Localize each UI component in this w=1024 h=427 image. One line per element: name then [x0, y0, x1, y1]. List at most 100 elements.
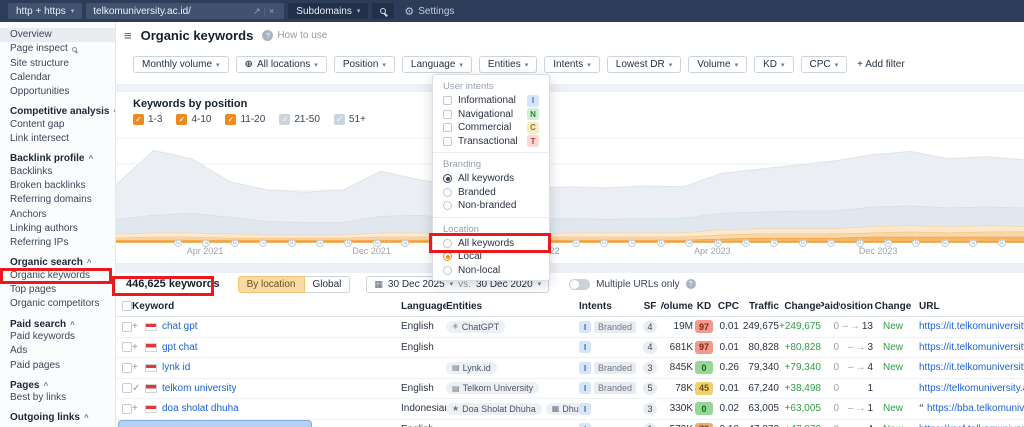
- radio[interactable]: [443, 265, 452, 275]
- sidebar-item-paid-keywords[interactable]: Paid keywords: [0, 330, 115, 344]
- protocol-selector[interactable]: http + https ▾: [8, 3, 83, 19]
- sidebar-item-page-inspect[interactable]: Page inspect: [0, 42, 115, 56]
- dropdown-option-commercial[interactable]: Commercial C: [433, 121, 549, 135]
- sidebar-item-opportunities[interactable]: Opportunities: [0, 85, 115, 99]
- filter-button-monthly-volume[interactable]: Monthly volume ▾: [133, 56, 229, 73]
- sidebar-section-pages[interactable]: Pages ^: [0, 373, 115, 391]
- dropdown-option-non-local[interactable]: Non-local: [433, 264, 549, 278]
- entity-pill[interactable]: ★ Doa Sholat Dhuha: [446, 402, 542, 415]
- entity-pill[interactable]: ▤ Telkom University: [446, 382, 540, 395]
- google-update-icon[interactable]: G: [713, 239, 722, 247]
- row-checkbox[interactable]: [122, 362, 132, 373]
- checkbox[interactable]: [443, 136, 452, 146]
- sidebar-item-top-pages[interactable]: Top pages: [0, 283, 115, 297]
- filter-button-intents[interactable]: Intents ▾: [544, 56, 600, 73]
- sidebar-item-anchors[interactable]: Anchors: [0, 208, 115, 222]
- google-update-icon[interactable]: G: [855, 239, 864, 247]
- column-header-change[interactable]: Change: [779, 301, 821, 312]
- column-header-cpc[interactable]: CPC: [715, 301, 739, 312]
- legend-item-1-3[interactable]: ✓ 1-3: [133, 114, 162, 125]
- radio[interactable]: [443, 201, 452, 211]
- filter-button-cpc[interactable]: CPC ▾: [800, 56, 848, 73]
- entity-pill[interactable]: ✳ ChatGPT: [446, 320, 506, 333]
- column-header-kd[interactable]: KD: [693, 301, 715, 312]
- legend-checkbox[interactable]: ✓: [225, 114, 237, 125]
- keyword-link[interactable]: gpt chat: [162, 342, 198, 353]
- add-to-list-icon[interactable]: +: [132, 342, 145, 353]
- filter-button-kd[interactable]: KD ▾: [754, 56, 794, 73]
- keyword-link[interactable]: telkom university: [162, 383, 236, 394]
- dropdown-option-navigational[interactable]: Navigational N: [433, 108, 549, 122]
- by-location-button[interactable]: By location: [237, 275, 305, 293]
- sidebar-section-backlink-profile[interactable]: Backlink profile ^: [0, 146, 115, 164]
- select-all-checkbox[interactable]: [122, 301, 132, 311]
- table-row[interactable]: ✓ telkom university English ▤ Telkom Univers…: [116, 379, 1024, 399]
- add-filter-button[interactable]: + Add filter: [857, 59, 905, 70]
- radio[interactable]: [443, 238, 452, 248]
- google-update-icon[interactable]: G: [884, 239, 892, 247]
- url-link[interactable]: https://it.telkomuniversity.ac.id: [919, 342, 1024, 353]
- row-checkbox[interactable]: [122, 342, 132, 353]
- legend-checkbox[interactable]: ✓: [279, 114, 291, 125]
- radio[interactable]: [443, 174, 452, 184]
- subdomains-selector[interactable]: Subdomains ▾: [288, 3, 369, 19]
- column-header-language[interactable]: Language: [401, 301, 446, 312]
- column-header-paid[interactable]: Paid: [821, 301, 839, 312]
- add-to-list-icon[interactable]: +: [132, 362, 145, 373]
- google-update-icon[interactable]: G: [571, 239, 580, 247]
- google-update-icon[interactable]: G: [316, 239, 324, 247]
- url-link[interactable]: https://it.telkomuniversity.ac.id: [919, 321, 1024, 332]
- table-row[interactable]: + lynk id ▤ Lynk.id I Branded 3 845K 0 0.26 79,340…: [116, 358, 1024, 379]
- filter-button-lowest-dr[interactable]: Lowest DR ▾: [606, 56, 682, 73]
- sidebar-section-outgoing-links[interactable]: Outgoing links ^: [0, 405, 115, 423]
- google-update-icon[interactable]: G: [997, 239, 1006, 247]
- sidebar-item-ads[interactable]: Ads: [0, 344, 115, 358]
- keywords-position-chart[interactable]: [116, 130, 1024, 248]
- multiple-urls-toggle[interactable]: [569, 278, 591, 290]
- sidebar-item-calendar[interactable]: Calendar: [0, 71, 115, 85]
- entity-pill[interactable]: ▤ Lynk.id: [446, 361, 497, 374]
- google-update-icon[interactable]: G: [287, 239, 296, 247]
- column-header-traffic[interactable]: Traffic: [739, 301, 779, 312]
- filter-button-language[interactable]: Language ▾: [401, 56, 472, 73]
- sidebar-item-organic-keywords[interactable]: Organic keywords: [0, 269, 115, 283]
- google-update-icon[interactable]: G: [600, 239, 608, 247]
- google-update-icon[interactable]: G: [656, 239, 665, 247]
- sidebar-section-paid-search[interactable]: Paid search ^: [0, 312, 115, 330]
- add-to-list-icon[interactable]: +: [132, 403, 145, 414]
- google-update-icon[interactable]: G: [798, 239, 807, 247]
- url-link[interactable]: https://it.telkomuniversity.ac.id: [919, 362, 1024, 373]
- dropdown-option-informational[interactable]: Informational I: [433, 94, 549, 108]
- row-checkbox[interactable]: [122, 383, 132, 394]
- column-header-sf[interactable]: SF: [639, 301, 661, 312]
- sidebar-item-site-structure[interactable]: Site structure: [0, 57, 115, 71]
- dropdown-option-all-keywords[interactable]: All keywords: [433, 172, 549, 186]
- google-update-icon[interactable]: G: [230, 239, 239, 247]
- column-header-position[interactable]: Position: [839, 301, 873, 312]
- legend-item-4-10[interactable]: ✓ 4-10: [176, 114, 211, 125]
- url-link[interactable]: https://telkomuniversity.ac.id/: [919, 383, 1024, 394]
- dropdown-option-branded[interactable]: Branded: [433, 186, 549, 200]
- keyword-link[interactable]: doa sholat dhuha: [162, 403, 239, 414]
- sidebar-item-organic-competitors[interactable]: Organic competitors: [0, 297, 115, 311]
- checkbox[interactable]: [443, 109, 452, 119]
- sidebar-section-competitive-analysis[interactable]: Competitive analysis^: [0, 99, 115, 117]
- column-header-volume[interactable]: Volume: [661, 301, 693, 312]
- legend-checkbox[interactable]: ✓: [176, 114, 188, 125]
- dropdown-option-all-keywords[interactable]: All keywords: [433, 237, 549, 251]
- google-update-icon[interactable]: G: [174, 239, 182, 247]
- how-to-use-link[interactable]: ? How to use: [262, 30, 327, 41]
- google-update-icon[interactable]: G: [372, 239, 381, 247]
- menu-icon[interactable]: ≡: [124, 28, 132, 43]
- tracked-check-icon[interactable]: ✓: [132, 383, 145, 394]
- checkbox[interactable]: [443, 96, 452, 106]
- column-header-position-change[interactable]: Change: [873, 301, 913, 312]
- table-row[interactable]: + doa sholat dhuha Indonesian ★ Doa Sholat D…: [116, 399, 1024, 420]
- global-button[interactable]: Global: [304, 275, 351, 293]
- table-row[interactable]: + gpt chat English I 4 681K 97 0.01 80,828 +80,82…: [116, 338, 1024, 358]
- keyword-link[interactable]: lynk id: [162, 362, 190, 373]
- legend-item-11-20[interactable]: ✓ 11-20: [225, 114, 265, 125]
- radio[interactable]: [443, 252, 452, 262]
- add-to-list-icon[interactable]: +: [132, 321, 145, 332]
- radio[interactable]: [443, 187, 452, 197]
